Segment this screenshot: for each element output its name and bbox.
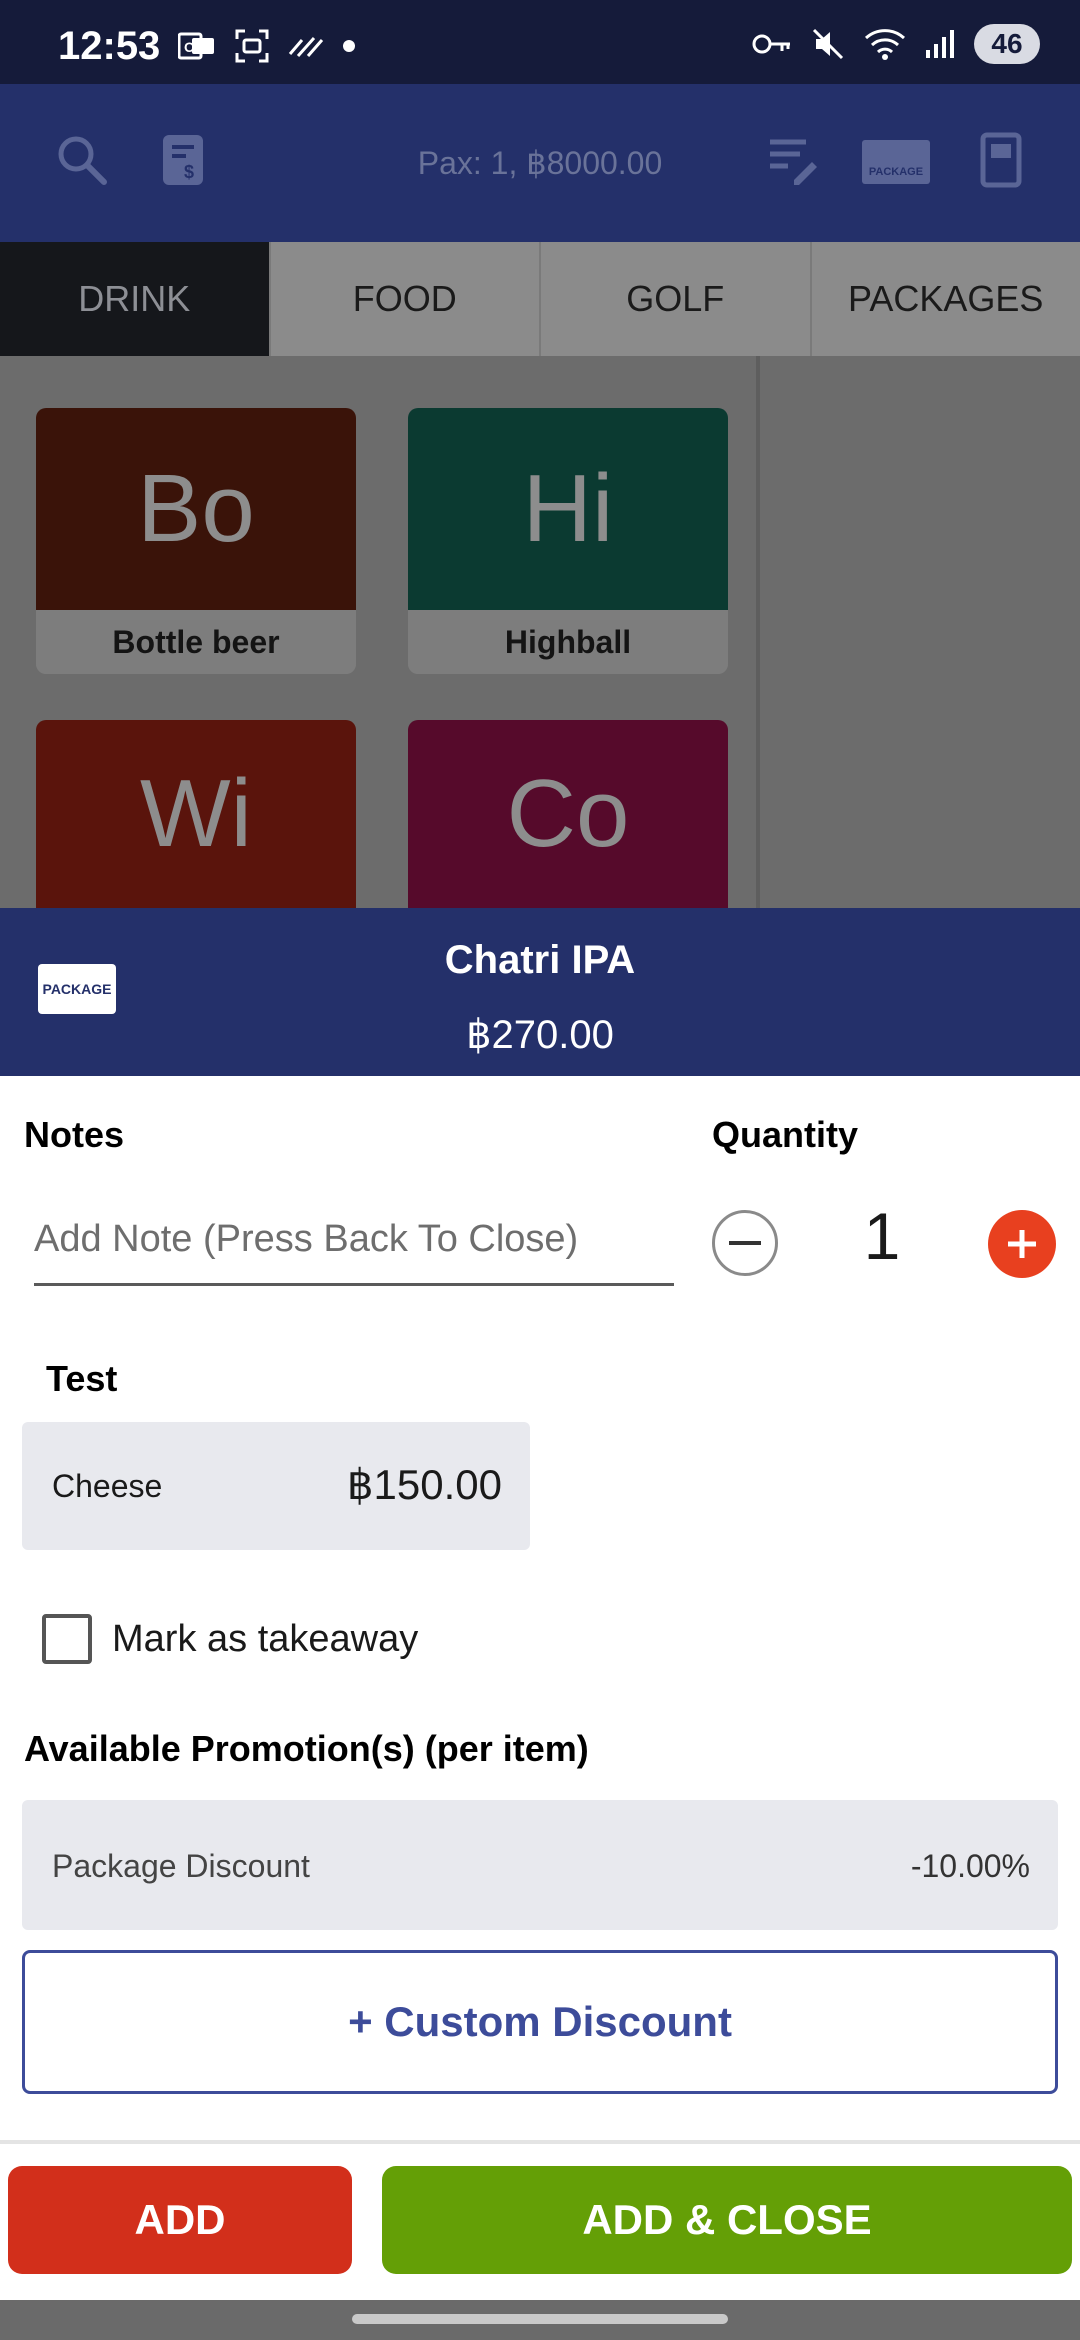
status-icons-left: O bbox=[178, 28, 356, 64]
system-nav-bar bbox=[0, 2300, 1080, 2340]
promotion-value: -10.00% bbox=[910, 1848, 1030, 1884]
tab-packages[interactable]: PACKAGES bbox=[811, 242, 1080, 356]
quantity-increase-button[interactable] bbox=[988, 1210, 1056, 1278]
signal-pattern-icon bbox=[288, 37, 324, 57]
promotion-item[interactable]: Package Discount -10.00% bbox=[22, 1800, 1058, 1930]
tile-abbreviation: Hi bbox=[408, 408, 728, 610]
screenshot-icon bbox=[235, 29, 269, 63]
quantity-title: Quantity bbox=[712, 1114, 859, 1155]
quantity-decrease-button[interactable] bbox=[712, 1210, 778, 1276]
category-tile-wi[interactable]: Wi bbox=[36, 720, 356, 908]
package-icon[interactable]: PACKAGE bbox=[862, 140, 930, 184]
tab-drink[interactable]: DRINK bbox=[0, 242, 271, 356]
category-grid: Bo Bottle beer Hi Highball Wi Co bbox=[0, 356, 1080, 908]
modifier-price: ฿150.00 bbox=[346, 1461, 502, 1508]
notes-title: Notes bbox=[24, 1114, 125, 1155]
quantity-value: 1 bbox=[863, 1199, 901, 1273]
battery-icon: 46 bbox=[974, 24, 1040, 64]
category-tile-highball[interactable]: Hi Highball bbox=[408, 408, 728, 674]
dot-icon bbox=[343, 40, 355, 52]
package-icon-label: PACKAGE bbox=[868, 166, 924, 178]
promotions-title: Available Promotion(s) (per item) bbox=[24, 1728, 589, 1769]
outlook-icon: O bbox=[178, 32, 214, 60]
takeaway-label[interactable]: Mark as takeaway bbox=[112, 1618, 418, 1661]
status-icons-right: 46 bbox=[752, 24, 1040, 64]
grid-divider bbox=[756, 356, 760, 908]
item-header: PACKAGE Chatri IPA ฿270.00 bbox=[0, 908, 1080, 1076]
cell-signal-icon bbox=[926, 30, 954, 58]
tab-golf[interactable]: GOLF bbox=[541, 242, 812, 356]
mute-icon bbox=[812, 28, 844, 60]
status-time: 12:53 bbox=[58, 24, 161, 68]
add-button[interactable]: ADD bbox=[8, 2166, 352, 2274]
key-icon bbox=[752, 34, 790, 54]
tile-label: Highball bbox=[408, 610, 728, 674]
tile-abbreviation: Wi bbox=[36, 720, 356, 908]
calculator-icon[interactable] bbox=[980, 132, 1022, 188]
app-toolbar: $ Pax: 1, ฿8000.00 PACKAGE bbox=[0, 84, 1080, 242]
modifier-name: Cheese bbox=[52, 1468, 163, 1504]
item-price: ฿270.00 bbox=[466, 1013, 614, 1057]
modifier-group-title: Test bbox=[46, 1358, 118, 1399]
item-name: Chatri IPA bbox=[444, 938, 636, 982]
note-input[interactable] bbox=[34, 1196, 674, 1286]
edit-list-icon[interactable] bbox=[766, 132, 818, 188]
category-tabs: DRINK FOOD GOLF PACKAGES bbox=[0, 242, 1080, 356]
tile-abbreviation: Co bbox=[408, 720, 728, 908]
category-tile-bottle-beer[interactable]: Bo Bottle beer bbox=[36, 408, 356, 674]
tile-abbreviation: Bo bbox=[36, 408, 356, 610]
tab-food[interactable]: FOOD bbox=[270, 242, 541, 356]
tile-label: Bottle beer bbox=[36, 610, 356, 674]
plus-icon bbox=[1008, 1230, 1036, 1258]
takeaway-checkbox[interactable] bbox=[42, 1614, 92, 1664]
category-tile-co[interactable]: Co bbox=[408, 720, 728, 908]
add-and-close-button[interactable]: ADD & CLOSE bbox=[382, 2166, 1072, 2274]
minus-icon bbox=[729, 1241, 761, 1245]
wifi-icon bbox=[864, 29, 906, 60]
custom-discount-button[interactable]: + Custom Discount bbox=[22, 1950, 1058, 2094]
home-handle[interactable] bbox=[352, 2314, 728, 2324]
promotion-name: Package Discount bbox=[52, 1848, 310, 1884]
svg-text:O: O bbox=[184, 39, 195, 55]
modifier-option[interactable]: Cheese ฿150.00 bbox=[22, 1422, 530, 1550]
status-bar: 12:53 O 46 bbox=[0, 0, 1080, 84]
